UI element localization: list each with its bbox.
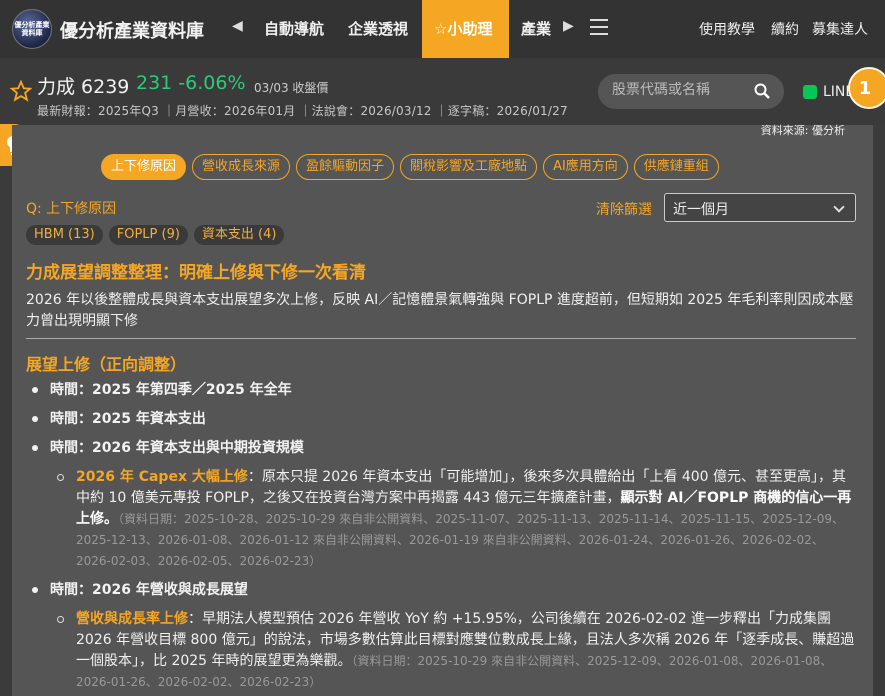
nav-next-icon[interactable]: ▶ xyxy=(563,18,574,34)
chip-tariff-factories[interactable]: 關稅影響及工廠地點 xyxy=(400,154,538,180)
list-item: 時間：2026 年資本支出與中期投資規模 xyxy=(26,438,856,458)
brand-title[interactable]: 優分析產業資料庫 xyxy=(60,17,204,43)
sub-item-lead: 營收與成長率上修 xyxy=(76,611,188,627)
tag-foplp[interactable]: FOPLP (9) xyxy=(108,225,188,245)
stock-price-date: 03/03 收盤價 xyxy=(254,81,329,95)
nav-auto-navigation[interactable]: 自動導航 xyxy=(264,0,324,58)
stock-meta: 最新財報：2025年Q3 ｜月營收：2026年01月 ｜法說會：2026/03/… xyxy=(37,104,568,118)
summary-text: 2026 年以後整體成長與資本支出展望多次上修，反映 AI／記憶體景氣轉強與 F… xyxy=(26,292,854,329)
period-select[interactable]: 近一個月 xyxy=(664,193,856,222)
help-badge[interactable]: 1 xyxy=(848,67,885,109)
stock-price-change: 231 -6.06% xyxy=(136,72,246,94)
chip-earnings-drivers[interactable]: 盈餘驅動因子 xyxy=(296,154,395,180)
clear-filter-link[interactable]: 清除篩選 xyxy=(596,199,652,219)
chip-revision-reasons[interactable]: 上下修原因 xyxy=(101,154,187,180)
list-item: 時間：2026 年營收與成長展望 xyxy=(26,580,856,600)
logo[interactable]: 優分析產業資料庫 xyxy=(12,9,52,49)
chip-revenue-growth[interactable]: 營收成長來源 xyxy=(192,154,291,180)
sub-list-item: 2026 年 Capex 大幅上修：原本只提 2026 年資本支出「可能增加」，… xyxy=(26,467,856,572)
search-input[interactable] xyxy=(612,82,752,98)
tag-hbm[interactable]: HBM (13) xyxy=(26,225,103,245)
list-item: 時間：2025 年第四季／2025 年全年 xyxy=(26,380,856,400)
menu-icon[interactable] xyxy=(590,19,608,40)
star-icon[interactable] xyxy=(10,80,32,102)
nav-industry[interactable]: 產業 xyxy=(521,0,551,58)
chip-supply-chain[interactable]: 供應鏈重組 xyxy=(633,154,719,180)
headline: 力成展望調整整理：明確上修與下修一次看清 xyxy=(26,263,366,283)
search-icon[interactable] xyxy=(754,83,770,99)
sub-item-lead: 2026 年 Capex 大幅上修 xyxy=(76,469,248,485)
keyword-tags: HBM (13) FOPLP (9) 資本支出 (4) xyxy=(26,225,285,245)
renew-link[interactable]: 續約 xyxy=(771,19,799,39)
content-panel: 資料來源: 優分析 上下修原因 營收成長來源 盈餘驅動因子 關稅影響及工廠地點 … xyxy=(12,124,873,696)
nav-company-insight[interactable]: 企業透視 xyxy=(348,0,408,58)
stock-header: 力成 6239 231 -6.06% 03/03 收盤價 最新財報：2025年Q… xyxy=(0,58,885,125)
stock-search[interactable] xyxy=(598,74,784,109)
chevron-down-icon xyxy=(833,201,845,213)
period-value: 近一個月 xyxy=(673,202,729,218)
section-title: 展望上修（正向調整） xyxy=(26,355,187,374)
data-source: 資料來源: 優分析 xyxy=(760,124,845,137)
stock-name: 力成 6239 xyxy=(37,76,130,98)
nav-assistant[interactable]: ☆小助理 xyxy=(422,0,509,58)
sub-list-item: 營收與成長率上修：早期法人模型預估 2026 年營收 YoY 約 +15.95%… xyxy=(26,609,856,693)
recruit-link[interactable]: 募集達人 xyxy=(812,19,868,39)
sub-item-dates: （資料日期：2025-10-28、2025-10-29 來自非公開資料、2025… xyxy=(76,512,844,568)
question-title: Q: 上下修原因 xyxy=(26,201,117,217)
line-icon xyxy=(803,85,817,99)
chip-ai-applications[interactable]: AI應用方向 xyxy=(543,154,628,180)
topic-chips: 上下修原因 營收成長來源 盈餘驅動因子 關稅影響及工廠地點 AI應用方向 供應鏈… xyxy=(101,154,719,180)
logo-text: 優分析產業資料庫 xyxy=(14,21,50,37)
tutorial-link[interactable]: 使用教學 xyxy=(699,19,755,39)
tag-capex[interactable]: 資本支出 (4) xyxy=(193,225,285,245)
line-button[interactable]: LINE xyxy=(803,84,854,100)
revision-list: 時間：2025 年第四季／2025 年全年 時間：2025 年資本支出 時間：2… xyxy=(26,380,856,693)
nav-prev-icon[interactable]: ◀ xyxy=(232,18,243,34)
divider xyxy=(26,338,856,339)
top-nav: 優分析產業資料庫 優分析產業資料庫 ◀ 自動導航 企業透視 ☆小助理 產業 ▶ … xyxy=(0,0,885,58)
list-item: 時間：2025 年資本支出 xyxy=(26,409,856,429)
